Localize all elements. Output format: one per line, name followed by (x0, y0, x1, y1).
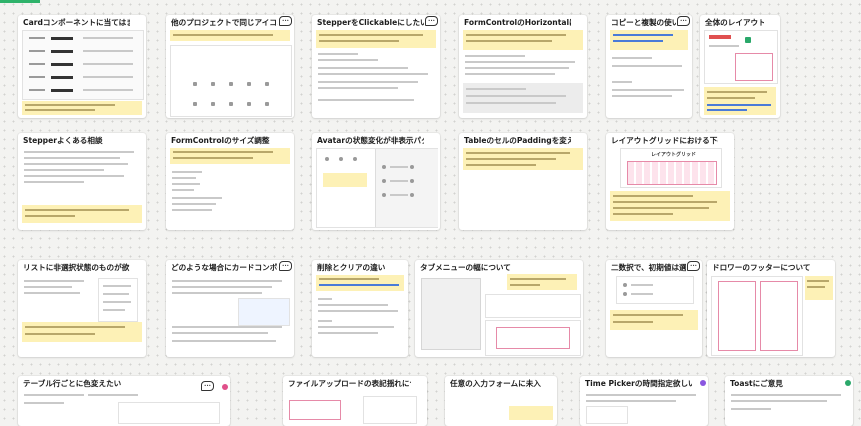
card-r4c2[interactable]: ファイルアップロードの表記揺れについて (283, 376, 427, 426)
accent-strip (0, 0, 40, 3)
sticky-note (610, 310, 698, 330)
card-title: 任意の入力フォームに未入力の場合... (450, 379, 541, 388)
tab-menu-preview (485, 294, 581, 318)
card-title: タブメニューの幅について (420, 263, 511, 272)
icon-grid-preview (170, 45, 292, 117)
sticky-note (509, 406, 553, 420)
card-r4c4[interactable]: Time Pickerの時間指定欲しい (580, 376, 708, 426)
table-preview (118, 402, 220, 424)
card-r3c6[interactable]: ドロワーのフッターについて (707, 260, 835, 357)
time-picker-preview (586, 406, 628, 424)
sticky-note (170, 30, 290, 41)
sticky-note (507, 274, 577, 290)
card-r1c4[interactable]: FormControlのHorizontalは使用NG？ (459, 15, 587, 118)
avatar-preview (316, 148, 438, 228)
card-r2c1[interactable]: Stepperよくある相談 (18, 133, 146, 230)
comment-bubble-icon[interactable]: ••• (201, 381, 214, 391)
card-r4c3[interactable]: 任意の入力フォームに未入力の場合... (445, 376, 557, 426)
card-title: ファイルアップロードの表記揺れについて (288, 379, 411, 388)
layout-grid-heading: レイアウトグリッド (651, 152, 697, 158)
note-block (463, 83, 583, 113)
card-r3c1[interactable]: リストに非選択状態のものが欲しい (18, 260, 146, 357)
sticky-note (463, 148, 583, 170)
card-r2c2[interactable]: FormControlのサイズ調整 (166, 133, 294, 230)
card-title: テーブル行ごとに色変えたい (23, 379, 122, 388)
card-title: TableのセルのPaddingを変えても良い？ (464, 136, 571, 145)
list-preview (98, 278, 138, 322)
sticky-note (22, 322, 142, 342)
card-title: 二数択で、初期値は選ばれていな... (611, 263, 686, 272)
comment-bubble-icon[interactable]: ••• (279, 16, 292, 26)
status-dot-icon (845, 380, 851, 386)
card-title: ドロワーのフッターについて (712, 263, 811, 272)
card-r4c1[interactable]: テーブル行ごとに色変えたい ••• (18, 376, 230, 426)
card-r3c4[interactable]: タブメニューの幅について (415, 260, 583, 357)
comment-bubble-icon[interactable]: ••• (677, 16, 690, 26)
upload-preview (289, 400, 341, 420)
card-r1c3[interactable]: StepperをClickableにしたい ••• (312, 15, 440, 118)
tab-menu-preview (485, 320, 581, 356)
sticky-note (22, 205, 142, 223)
comment-bubble-icon[interactable]: ••• (687, 261, 700, 271)
card-r1c6[interactable]: 全体のレイアウトの確認 (700, 15, 780, 118)
card-r1c1[interactable]: Cardコンポーネントに当てはまらない場合... (18, 15, 146, 118)
card-title: レイアウトグリッドにおける下の余白を32p... (611, 136, 718, 145)
sticky-note (170, 148, 290, 164)
screenshot-preview (421, 278, 481, 350)
card-title: Cardコンポーネントに当てはまらない場合... (23, 18, 130, 27)
card-title: Toastにご意見 (730, 379, 783, 388)
radio-preview (616, 276, 694, 304)
card-title: Avatarの状態変化が非表示パターンを追加... (317, 136, 424, 145)
sticky-note (704, 87, 776, 115)
card-title: 他のプロジェクトで同じアイコンが使われてこ... (171, 18, 278, 27)
card-title: リストに非選択状態のものが欲しい (23, 263, 130, 272)
sticky-note (805, 276, 833, 300)
card-r3c3[interactable]: 削除とクリアの違い (312, 260, 408, 357)
layout-grid-preview: レイアウトグリッド (620, 148, 722, 188)
card-title: コピーと複製の使い分け (611, 18, 676, 27)
status-dot-icon (700, 380, 706, 386)
sticky-note (22, 101, 142, 115)
card-r1c5[interactable]: コピーと複製の使い分け ••• (606, 15, 692, 118)
drawer-preview (711, 276, 803, 356)
card-r3c2[interactable]: どのような場合にカードコンポーネントを... ••• (166, 260, 294, 357)
sticky-note (316, 30, 436, 48)
card-preview (22, 30, 144, 100)
card-component-preview (238, 298, 290, 326)
sticky-note (610, 30, 688, 50)
card-title: 全体のレイアウトの確認 (705, 18, 764, 27)
card-title: Time Pickerの時間指定欲しい (585, 379, 692, 388)
card-title: Stepperよくある相談 (23, 136, 103, 145)
upload-preview (363, 396, 417, 424)
status-dot-icon (222, 384, 228, 390)
sticky-note (463, 30, 583, 50)
card-r2c4[interactable]: TableのセルのPaddingを変えても良い？ (459, 133, 587, 230)
sticky-note (610, 191, 730, 221)
card-r1c2[interactable]: 他のプロジェクトで同じアイコンが使われてこ... ••• (166, 15, 294, 118)
card-title: どのような場合にカードコンポーネントを... (171, 263, 278, 272)
card-title: FormControlのサイズ調整 (171, 136, 270, 145)
comment-bubble-icon[interactable]: ••• (425, 16, 438, 26)
card-r2c3[interactable]: Avatarの状態変化が非表示パターンを追加... (312, 133, 440, 230)
comment-bubble-icon[interactable]: ••• (279, 261, 292, 271)
card-title: 削除とクリアの違い (317, 263, 386, 272)
card-r4c5[interactable]: Toastにご意見 (725, 376, 853, 426)
card-r3c5[interactable]: 二数択で、初期値は選ばれていな... ••• (606, 260, 702, 357)
card-title: FormControlのHorizontalは使用NG？ (464, 18, 571, 27)
card-title: StepperをClickableにしたい (317, 18, 424, 27)
layout-preview (704, 30, 778, 84)
card-r2c5[interactable]: レイアウトグリッドにおける下の余白を32p... レイアウトグリッド (606, 133, 734, 230)
sticky-note (316, 275, 404, 291)
